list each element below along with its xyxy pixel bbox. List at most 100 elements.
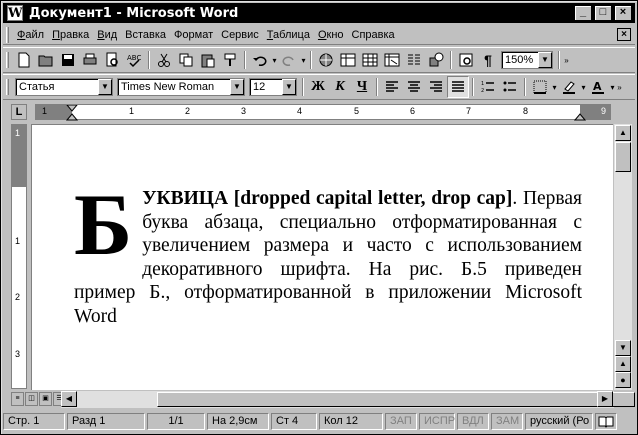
highlight-button[interactable] — [558, 76, 580, 98]
vertical-scroll-thumb[interactable] — [615, 142, 631, 172]
numbering-button[interactable]: 12 — [477, 76, 499, 98]
menu-tools[interactable]: Сервис — [217, 25, 263, 45]
indent-marker-icon[interactable] — [66, 105, 78, 121]
font-color-button[interactable]: A — [587, 76, 609, 98]
font-color-icon: A — [592, 80, 604, 94]
status-track-changes[interactable]: ИСПР — [419, 413, 455, 430]
insert-spreadsheet-button[interactable] — [381, 49, 403, 71]
document-area[interactable]: Б УКВИЦА [dropped capital letter, drop ca… — [31, 124, 613, 390]
menu-window[interactable]: Окно — [314, 25, 348, 45]
font-color-dropdown[interactable]: ▾ — [609, 76, 616, 98]
print-button[interactable] — [79, 49, 101, 71]
highlight-dropdown[interactable]: ▾ — [580, 76, 587, 98]
toolbar2-grip[interactable] — [6, 79, 9, 95]
drawing-button[interactable] — [425, 49, 447, 71]
right-indent-marker-icon[interactable] — [574, 105, 586, 121]
borders-dropdown[interactable]: ▾ — [551, 76, 558, 98]
tables-borders-button[interactable] — [337, 49, 359, 71]
spelling-status-icon[interactable] — [595, 413, 617, 430]
font-dropdown-icon[interactable]: ▼ — [230, 79, 244, 95]
menu-file[interactable]: Файл — [13, 25, 48, 45]
insert-hyperlink-button[interactable] — [315, 49, 337, 71]
tab-selector[interactable]: L — [11, 104, 27, 120]
document-map-button[interactable] — [455, 49, 477, 71]
align-left-button[interactable] — [381, 76, 403, 98]
style-combo[interactable]: Статья ▼ — [15, 78, 113, 96]
title-bar[interactable]: W Документ1 - Microsoft Word _ □ × — [3, 3, 635, 23]
show-hide-button[interactable]: ¶ — [477, 49, 499, 71]
web-view-button[interactable]: ◫ — [25, 392, 38, 406]
menubar-grip[interactable] — [6, 26, 9, 43]
undo-dropdown[interactable]: ▾ — [271, 49, 278, 71]
drawing-icon — [429, 52, 444, 67]
menu-format[interactable]: Формат — [170, 25, 217, 45]
font-combo[interactable]: Times New Roman ▼ — [117, 78, 245, 96]
spelling-button[interactable]: ABC — [123, 49, 145, 71]
scroll-right-button[interactable]: ▶ — [597, 391, 613, 407]
paste-button[interactable] — [197, 49, 219, 71]
redo-dropdown[interactable]: ▾ — [300, 49, 307, 71]
previous-page-button[interactable]: ▲ — [615, 356, 631, 372]
open-button[interactable] — [35, 49, 57, 71]
word-app-icon[interactable]: W — [7, 5, 23, 21]
close-button[interactable]: × — [614, 5, 632, 21]
redo-button[interactable] — [278, 49, 300, 71]
save-button[interactable] — [57, 49, 79, 71]
zoom-combo[interactable]: 150% ▼ — [501, 51, 553, 69]
scroll-left-button[interactable]: ◀ — [61, 391, 77, 407]
menu-bar: Файл Правка Вид Вставка Формат Сервис Та… — [3, 25, 635, 45]
scroll-up-button[interactable]: ▲ — [615, 125, 631, 141]
toolbar1-grip[interactable] — [6, 52, 9, 68]
brush-icon — [224, 53, 236, 66]
insert-table-button[interactable] — [359, 49, 381, 71]
underline-button[interactable]: Ч — [351, 76, 373, 98]
document-close-button[interactable]: × — [617, 28, 631, 41]
document-paragraph[interactable]: Б УКВИЦА [dropped capital letter, drop ca… — [74, 182, 582, 328]
status-record-macro[interactable]: ЗАП — [385, 413, 417, 430]
font-size-dropdown-icon[interactable]: ▼ — [282, 79, 296, 95]
ruler-number: 1 — [129, 106, 135, 116]
align-right-button[interactable] — [425, 76, 447, 98]
menu-table[interactable]: Таблица — [263, 25, 314, 45]
font-size-combo[interactable]: 12 ▼ — [249, 78, 297, 96]
undo-button[interactable] — [249, 49, 271, 71]
scroll-down-button[interactable]: ▼ — [615, 340, 631, 356]
horizontal-scroll-thumb[interactable] — [157, 392, 635, 407]
format-painter-button[interactable] — [219, 49, 241, 71]
menu-edit[interactable]: Правка — [48, 25, 93, 45]
tables-borders-icon — [340, 53, 356, 67]
vertical-scrollbar[interactable]: ▲ ▼ ▲ ● — [614, 124, 632, 390]
horizontal-ruler[interactable]: 1 1 2 3 4 5 6 7 8 9 — [35, 104, 611, 121]
normal-view-button[interactable]: ≡ — [11, 392, 24, 406]
maximize-button[interactable]: □ — [594, 5, 612, 21]
style-dropdown-icon[interactable]: ▼ — [98, 79, 112, 95]
new-document-button[interactable] — [13, 49, 35, 71]
horizontal-scrollbar[interactable]: ◀ ▶ — [61, 391, 635, 408]
minimize-button[interactable]: _ — [574, 5, 592, 21]
borders-button[interactable] — [529, 76, 551, 98]
ruler-row: L 1 1 2 3 4 5 6 7 8 9 — [3, 102, 635, 122]
menu-help[interactable]: Справка — [348, 25, 399, 45]
cut-button[interactable] — [153, 49, 175, 71]
menu-insert[interactable]: Вставка — [121, 25, 170, 45]
copy-button[interactable] — [175, 49, 197, 71]
more-format-chevron[interactable]: » — [616, 76, 623, 98]
print-layout-button[interactable]: ▣ — [39, 392, 52, 406]
columns-button[interactable] — [403, 49, 425, 71]
vertical-ruler-number: 2 — [15, 292, 21, 302]
zoom-dropdown-icon[interactable]: ▼ — [538, 52, 552, 68]
menu-view[interactable]: Вид — [93, 25, 121, 45]
more-buttons-chevron[interactable]: » — [563, 49, 570, 71]
status-overtype[interactable]: ЗАМ — [491, 413, 523, 430]
vertical-ruler[interactable]: 1 1 2 3 — [11, 124, 27, 389]
browse-object-button[interactable]: ● — [615, 372, 631, 388]
table-icon — [362, 53, 378, 67]
bullets-button[interactable] — [499, 76, 521, 98]
print-preview-button[interactable] — [101, 49, 123, 71]
status-language[interactable]: русский (Ро — [525, 413, 593, 430]
justify-button[interactable] — [447, 76, 469, 98]
italic-button[interactable]: К — [329, 76, 351, 98]
bold-button[interactable]: Ж — [307, 76, 329, 98]
status-extend-selection[interactable]: ВДЛ — [457, 413, 489, 430]
align-center-button[interactable] — [403, 76, 425, 98]
